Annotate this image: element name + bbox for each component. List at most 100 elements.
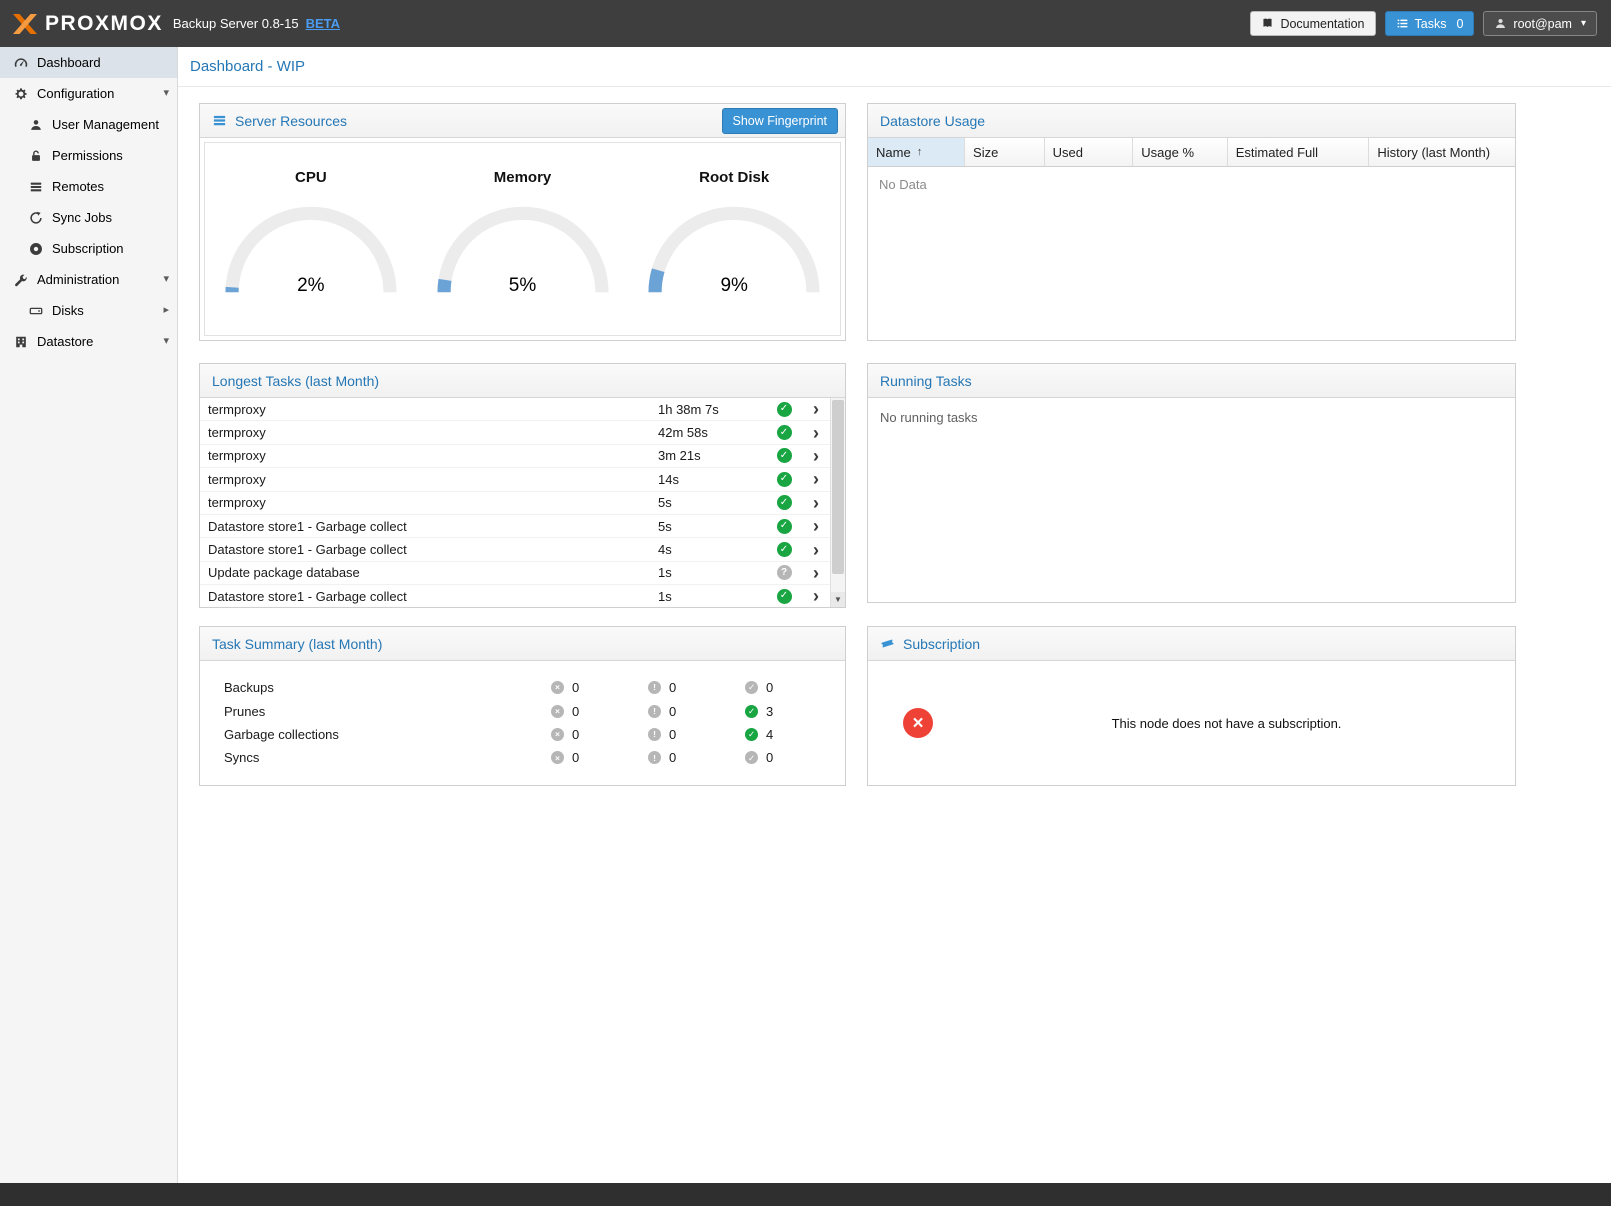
page-title: Dashboard - WIP [190,58,305,75]
sort-asc-icon: ↑ [917,146,923,158]
column-header-history-last-month[interactable]: History (last Month) [1369,138,1515,166]
task-row[interactable]: termproxy 5s ✓ › [200,492,830,515]
task-row[interactable]: Update package database 1s ? › [200,562,830,585]
task-summary-row[interactable]: Garbage collections × 0 ! 0 ✓ 4 [224,723,845,746]
column-header-label: Usage % [1141,145,1194,160]
scrollbar-thumb[interactable] [832,400,844,574]
status-ok-icon: ✓ [777,495,792,510]
chevron-down-icon[interactable]: ▾ [163,88,169,99]
sidebar-item-user-management[interactable]: User Management [0,109,177,140]
task-summary-row[interactable]: Backups × 0 ! 0 ✓ 0 [224,676,845,699]
task-row[interactable]: termproxy 14s ✓ › [200,468,830,491]
sidebar-item-administration[interactable]: Administration ▾ [0,264,177,295]
user-menu-button[interactable]: root@pam ▾ [1483,11,1597,36]
chevron-right-icon[interactable]: › [802,424,830,442]
running-tasks-body: No running tasks [868,398,1515,602]
sidebar-item-label: Configuration [37,86,163,101]
list-bars-icon [27,180,45,194]
chevron-down-icon[interactable]: ▾ [163,336,169,347]
warning-circle-icon: ! [648,751,661,764]
task-type-label: Garbage collections [224,727,551,742]
task-row[interactable]: termproxy 42m 58s ✓ › [200,421,830,444]
warning-count: 0 [669,750,676,765]
ok-circle-icon: ✓ [745,705,758,718]
task-row[interactable]: Datastore store1 - Garbage collect 1s ✓ … [200,585,830,607]
task-duration: 42m 58s [658,425,766,440]
datastore-usage-body: Name ↑ Size Used Usage % Estimated Full … [868,138,1515,340]
topbar-actions: Documentation Tasks 0 root@pam ▾ [1250,11,1597,36]
chevron-right-icon[interactable]: › [802,587,830,605]
times-circle-icon: × [903,708,933,738]
tasks-button[interactable]: Tasks 0 [1385,11,1475,36]
documentation-button[interactable]: Documentation [1250,11,1375,36]
show-fingerprint-button[interactable]: Show Fingerprint [722,108,839,134]
gauge-root-disk: Root Disk 9% [628,169,840,300]
proxmox-x-icon [12,13,38,35]
chevron-right-icon[interactable]: › [802,541,830,559]
scroll-down-icon[interactable]: ▼ [831,592,845,607]
error-count: 0 [572,750,579,765]
dashboard-icon [12,56,30,70]
sidebar-item-remotes[interactable]: Remotes [0,171,177,202]
task-name: termproxy [200,472,658,487]
column-header-label: Used [1053,145,1083,160]
scrollbar[interactable]: ▼ [830,398,845,607]
main-area: Dashboard - WIP Server Resources Show Fi… [178,47,1611,1183]
beta-link[interactable]: BETA [306,16,340,31]
task-duration: 14s [658,472,766,487]
gauge-title: Memory [417,169,629,186]
chevron-right-icon[interactable]: › [802,470,830,488]
column-header-estimated-full[interactable]: Estimated Full [1228,138,1370,166]
sidebar-item-sync-jobs[interactable]: Sync Jobs [0,202,177,233]
disk-icon [27,304,45,318]
status-ok-icon: ✓ [777,425,792,440]
chevron-right-icon[interactable]: › [802,400,830,418]
chevron-right-icon[interactable]: › [802,494,830,512]
chevron-down-icon[interactable]: ▾ [163,274,169,285]
sidebar-item-label: Subscription [52,241,169,256]
page-header: Dashboard - WIP [178,47,1611,87]
sidebar-item-dashboard[interactable]: Dashboard [0,47,177,78]
column-header-name[interactable]: Name ↑ [868,138,965,166]
chevron-right-icon[interactable]: › [802,447,830,465]
column-header-usage[interactable]: Usage % [1133,138,1227,166]
chevron-right-icon[interactable]: ▸ [163,305,169,316]
sidebar-item-permissions[interactable]: Permissions [0,140,177,171]
task-summary-row[interactable]: Prunes × 0 ! 0 ✓ 3 [224,699,845,722]
sidebar-item-configuration[interactable]: Configuration ▾ [0,78,177,109]
datastore-usage-empty-text: No Data [868,167,1515,202]
gauge-value: 9% [640,275,828,297]
gauge-title: CPU [205,169,417,186]
wrench-icon [12,273,30,287]
task-duration: 5s [658,495,766,510]
server-resources-panel: Server Resources Show Fingerprint CPU 2%… [199,103,846,341]
gear-icon [12,87,30,101]
support-icon [27,242,45,256]
task-row[interactable]: Datastore store1 - Garbage collect 4s ✓ … [200,538,830,561]
task-summary-row[interactable]: Syncs × 0 ! 0 ✓ 0 [224,746,845,769]
chevron-right-icon[interactable]: › [802,517,830,535]
task-row[interactable]: Datastore store1 - Garbage collect 5s ✓ … [200,515,830,538]
task-duration: 5s [658,519,766,534]
datastore-usage-header: Datastore Usage [868,104,1515,138]
topbar: PROXMOX Backup Server 0.8-15 BETA Docume… [0,0,1611,47]
book-icon [1261,17,1274,30]
sidebar-item-subscription[interactable]: Subscription [0,233,177,264]
sidebar: Dashboard Configuration ▾ User Managemen… [0,47,178,1183]
status-ok-icon: ✓ [777,472,792,487]
column-header-size[interactable]: Size [965,138,1045,166]
gauge-title: Root Disk [628,169,840,186]
column-header-label: Size [973,145,998,160]
server-resources-body: CPU 2% Memory 5% Root Disk 9% [204,142,841,336]
warning-count: 0 [669,680,676,695]
task-row[interactable]: termproxy 1h 38m 7s ✓ › [200,398,830,421]
task-duration: 1s [658,565,766,580]
column-header-used[interactable]: Used [1045,138,1134,166]
chevron-right-icon[interactable]: › [802,564,830,582]
sidebar-item-datastore[interactable]: Datastore ▾ [0,326,177,357]
sidebar-item-disks[interactable]: Disks ▸ [0,295,177,326]
warning-count: 0 [669,704,676,719]
task-row[interactable]: termproxy 3m 21s ✓ › [200,445,830,468]
sidebar-item-label: User Management [52,117,169,132]
longest-tasks-title: Longest Tasks (last Month) [212,373,379,389]
